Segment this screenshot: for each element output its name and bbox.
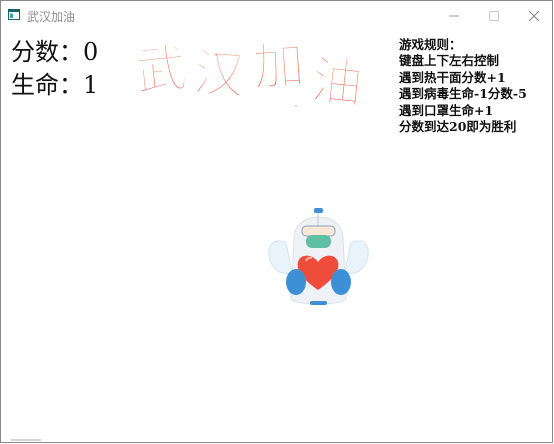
bottom-edge-mark: [11, 439, 41, 441]
score-label: 分数：: [11, 38, 83, 66]
maximize-button[interactable]: [471, 1, 516, 31]
score-row: 分数： 0: [11, 36, 98, 69]
score-value: 0: [83, 38, 99, 66]
banner-char-4: 油: [308, 51, 366, 114]
title-bar[interactable]: 武汉加油: [1, 1, 552, 31]
wuhan-banner: 武 汉 加 油: [131, 34, 386, 118]
banner-char-1: 武: [132, 38, 190, 103]
game-window: 武汉加油 分数： 0 生命： 1 武 汉 加 油 游戏规则： 键盘上下左右控制 …: [0, 0, 553, 443]
rule-line: 遇到热干面分数+1: [399, 69, 506, 85]
maximize-icon: [488, 11, 499, 21]
lives-label: 生命：: [11, 71, 83, 99]
lives-value: 1: [83, 71, 99, 99]
banner-char-3: 加: [251, 35, 307, 98]
small-item-dot: [295, 105, 297, 107]
window-title: 武汉加油: [27, 10, 76, 24]
medic-angel-holding-heart-icon[interactable]: [266, 198, 371, 313]
rules-panel: 游戏规则： 键盘上下左右控制 遇到热干面分数+1 遇到病毒生命-1分数-5 遇到…: [399, 37, 527, 135]
banner-svg: 武 汉 加 油: [131, 34, 367, 116]
close-button[interactable]: [511, 1, 554, 31]
close-icon: [528, 11, 539, 21]
minimize-icon: [448, 15, 459, 17]
banner-char-2: 汉: [191, 43, 248, 107]
lives-row: 生命： 1: [11, 69, 98, 102]
minimize-button[interactable]: [431, 1, 476, 31]
rules-title: 游戏规则：: [399, 37, 462, 52]
scoreboard: 分数： 0 生命： 1: [11, 36, 98, 102]
rule-line: 键盘上下左右控制: [399, 53, 500, 69]
rule-line: 分数到达20即为胜利: [399, 119, 517, 135]
rule-line: 遇到口罩生命+1: [399, 102, 494, 118]
app-icon: [8, 9, 20, 20]
rule-line: 遇到病毒生命-1分数-5: [399, 86, 527, 102]
